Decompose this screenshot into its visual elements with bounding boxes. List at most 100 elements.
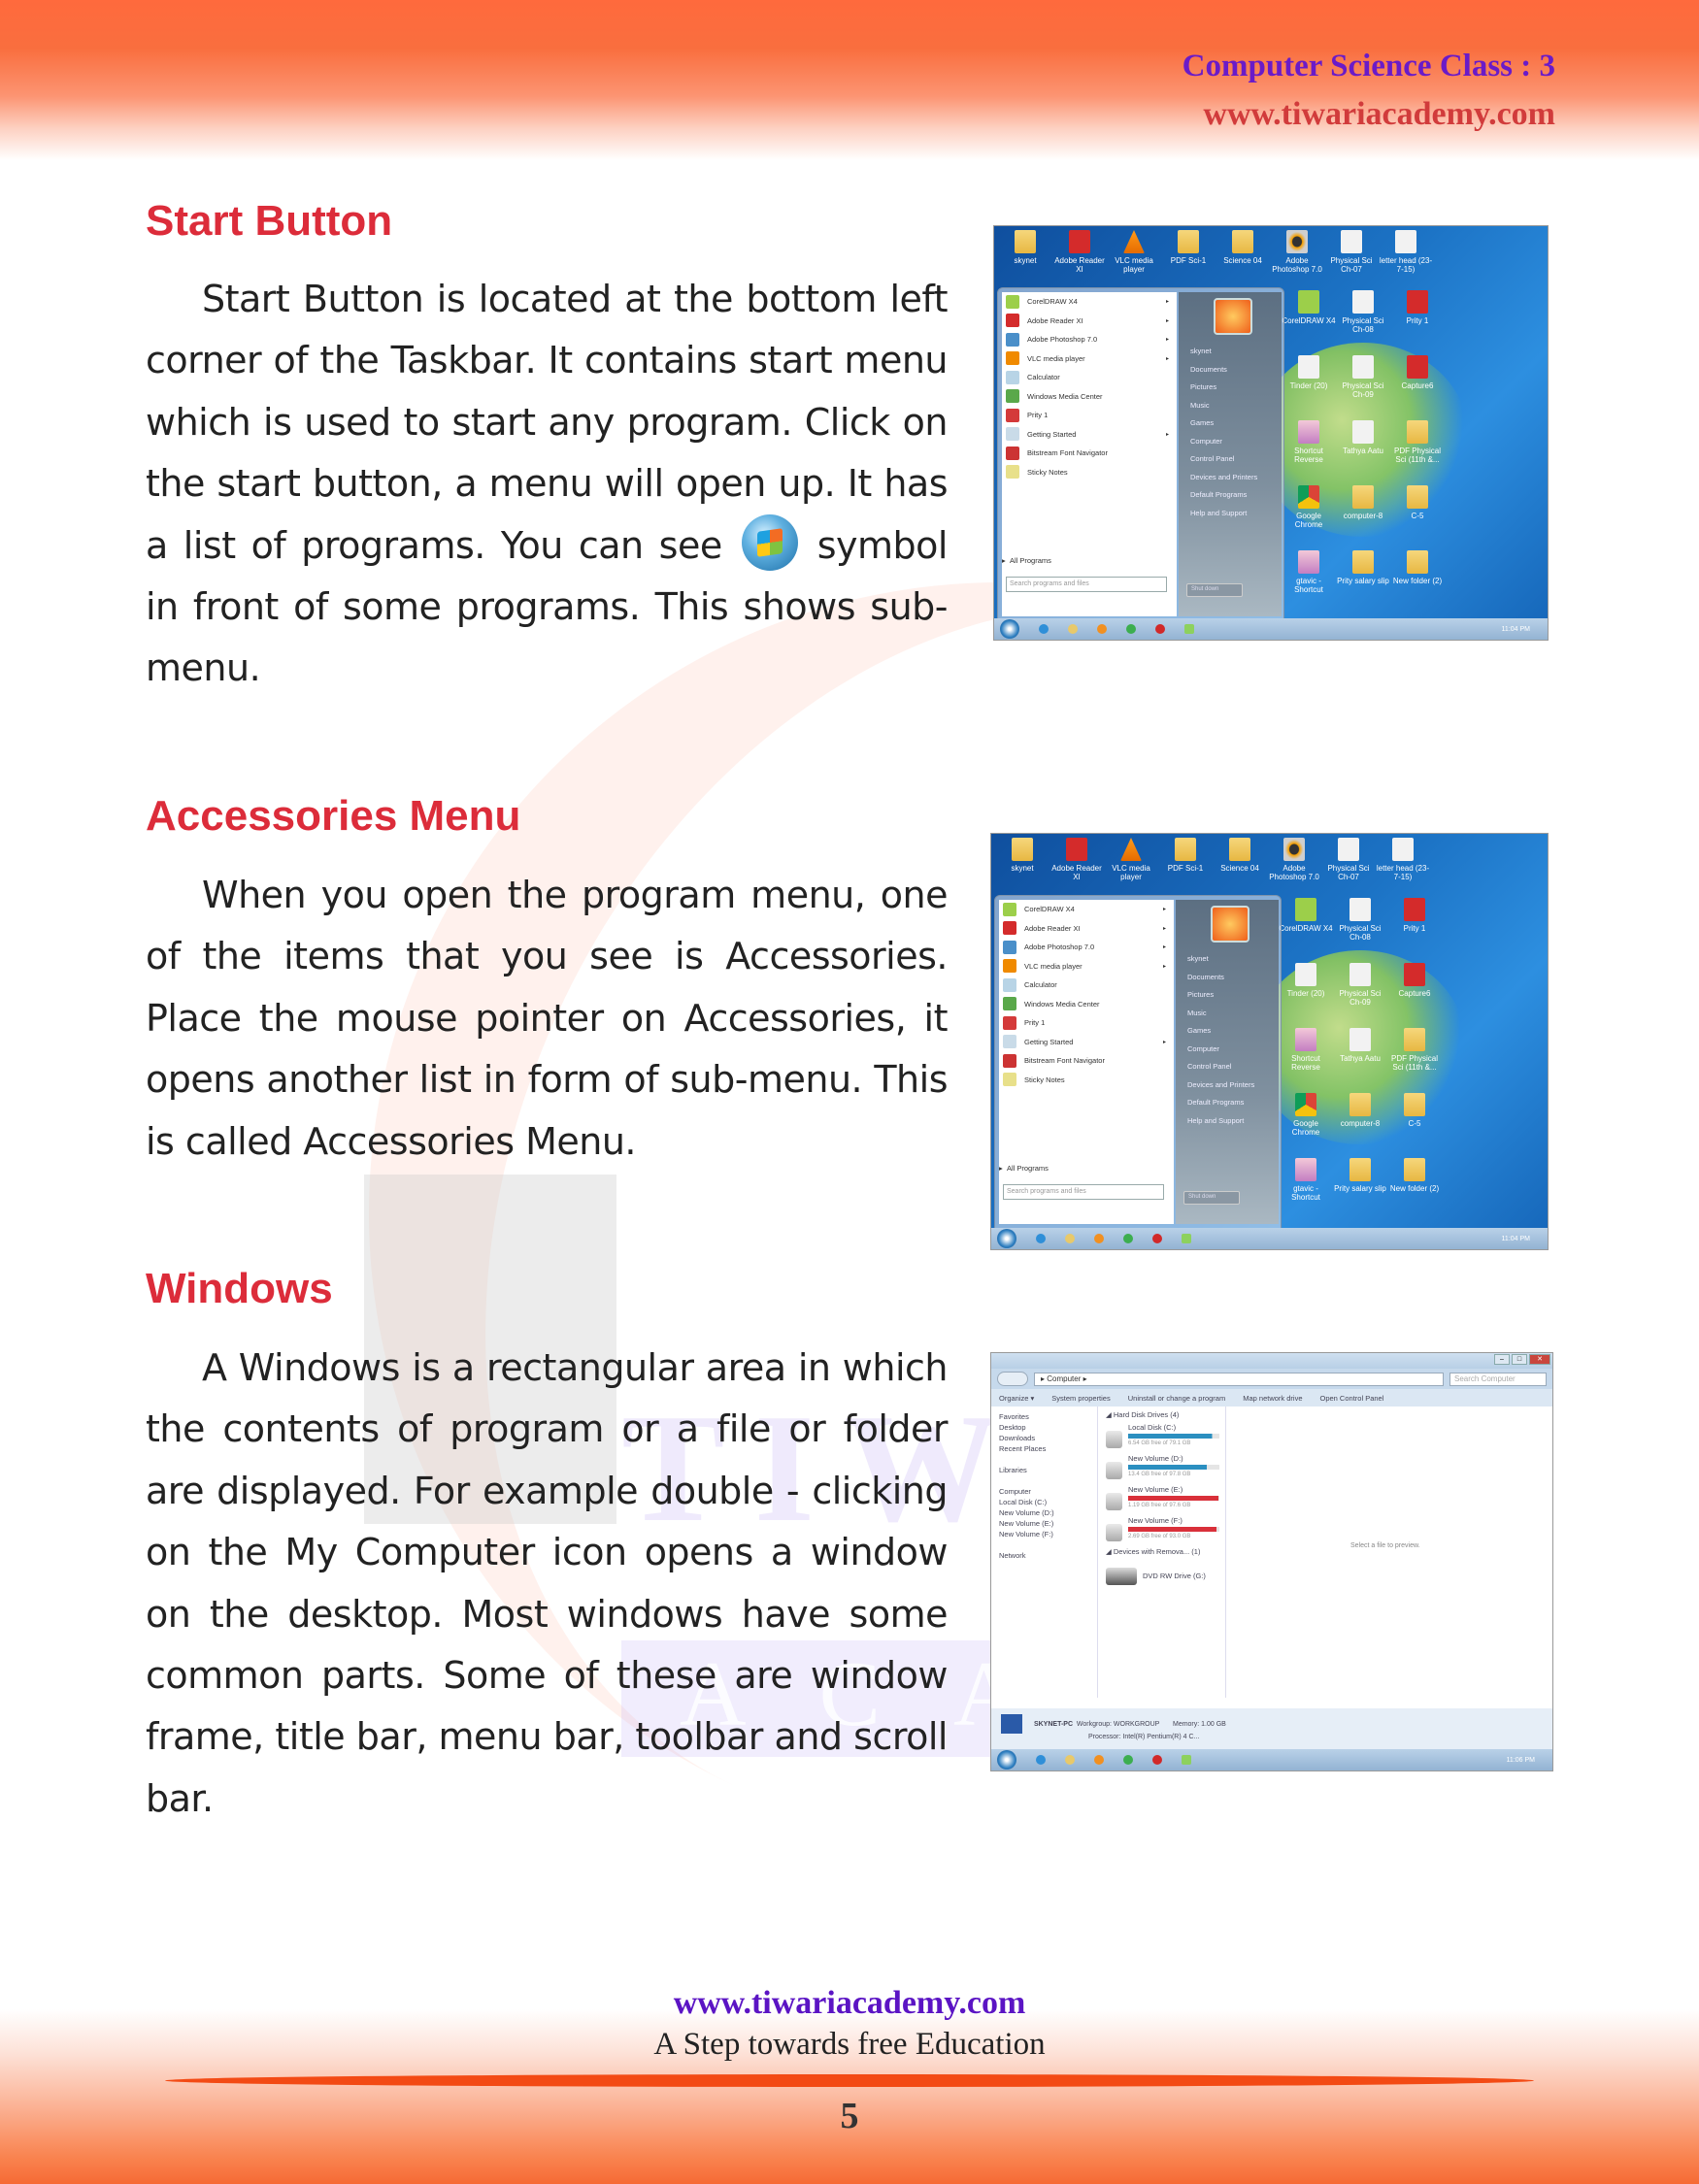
- opera-icon[interactable]: [1152, 1755, 1162, 1765]
- nav-item[interactable]: New Volume (F:): [999, 1530, 1089, 1540]
- desktop-icon[interactable]: Shortcut Reverse: [1282, 420, 1336, 464]
- desktop-icon[interactable]: Tinder (20): [1282, 355, 1336, 399]
- start-menu-place[interactable]: Documents: [1187, 973, 1224, 981]
- desktop-icon[interactable]: VLC media player: [1104, 838, 1158, 881]
- desktop-icon[interactable]: New folder (2): [1390, 550, 1445, 594]
- opera-icon[interactable]: [1155, 624, 1165, 634]
- chrome-icon[interactable]: [1126, 624, 1136, 634]
- start-menu-place[interactable]: Games: [1187, 1026, 1211, 1035]
- desktop-icon[interactable]: gtavic - Shortcut: [1279, 1158, 1333, 1202]
- start-menu-place[interactable]: Computer: [1190, 437, 1222, 446]
- desktop-icon[interactable]: Capture6: [1387, 963, 1442, 1007]
- nav-item[interactable]: Computer: [999, 1487, 1089, 1498]
- start-menu-place[interactable]: skynet: [1190, 347, 1212, 355]
- start-menu-place[interactable]: Pictures: [1187, 990, 1214, 999]
- desktop-icon[interactable]: PDF Physical Sci (11th &...: [1387, 1028, 1442, 1072]
- search-input[interactable]: Search Computer: [1449, 1372, 1547, 1386]
- start-menu-program[interactable]: Adobe Reader XI ▸: [1002, 312, 1177, 331]
- command-button[interactable]: Organize ▾: [999, 1394, 1034, 1403]
- app-icon[interactable]: [1184, 624, 1194, 634]
- start-menu-place[interactable]: skynet: [1187, 954, 1209, 963]
- start-menu-program[interactable]: Calculator: [999, 976, 1174, 995]
- desktop-icon[interactable]: Adobe Reader XI: [1049, 838, 1104, 881]
- ie-icon[interactable]: [1036, 1755, 1046, 1765]
- desktop-icon[interactable]: Tathya Aatu: [1333, 1028, 1387, 1072]
- explorer-icon[interactable]: [1068, 624, 1078, 634]
- start-menu-program[interactable]: Bitstream Font Navigator: [999, 1051, 1174, 1071]
- desktop-icon[interactable]: PDF Sci-1: [1158, 838, 1213, 881]
- desktop-icon[interactable]: Adobe Photoshop 7.0: [1267, 838, 1321, 881]
- start-search-input[interactable]: Search programs and files: [1003, 1184, 1164, 1200]
- start-menu-program[interactable]: CorelDRAW X4 ▸: [1002, 292, 1177, 312]
- nav-item[interactable]: New Volume (D:): [999, 1508, 1089, 1519]
- start-menu-program[interactable]: Calculator: [1002, 368, 1177, 387]
- start-menu-program[interactable]: Adobe Photoshop 7.0 ▸: [1002, 330, 1177, 349]
- shutdown-button[interactable]: Shut down: [1186, 583, 1243, 597]
- start-menu-program[interactable]: Bitstream Font Navigator: [1002, 444, 1177, 463]
- desktop-icon[interactable]: computer-8: [1333, 1093, 1387, 1137]
- desktop-icon[interactable]: VLC media player: [1107, 230, 1161, 274]
- start-button[interactable]: [997, 1750, 1016, 1770]
- start-menu-place[interactable]: Devices and Printers: [1190, 473, 1257, 481]
- start-menu-program[interactable]: Getting Started ▸: [999, 1033, 1174, 1052]
- footer-website-link[interactable]: www.tiwariacademy.com: [0, 1985, 1699, 2022]
- header-website-link[interactable]: www.tiwariacademy.com: [1183, 96, 1555, 133]
- start-menu-program[interactable]: VLC media player ▸: [999, 957, 1174, 976]
- desktop-icon[interactable]: New folder (2): [1387, 1158, 1442, 1202]
- desktop-icon[interactable]: Physical Sci Ch-08: [1333, 898, 1387, 942]
- back-forward-buttons[interactable]: [997, 1372, 1028, 1386]
- desktop-icon[interactable]: Capture6: [1390, 355, 1445, 399]
- chrome-icon[interactable]: [1123, 1234, 1133, 1243]
- nav-item[interactable]: New Volume (E:): [999, 1519, 1089, 1530]
- desktop-icon[interactable]: PDF Physical Sci (11th &...: [1390, 420, 1445, 464]
- start-search-input[interactable]: Search programs and files: [1006, 577, 1167, 592]
- desktop-icon[interactable]: Google Chrome: [1279, 1093, 1333, 1137]
- drive-item[interactable]: New Volume (D:) 13.4 GB free of 97.8 GB: [1106, 1454, 1219, 1479]
- nav-item[interactable]: Downloads: [999, 1434, 1089, 1444]
- desktop-icon[interactable]: letter head (23-7-15): [1376, 838, 1430, 881]
- desktop-icon[interactable]: computer-8: [1336, 485, 1390, 529]
- desktop-icon[interactable]: Tathya Aatu: [1336, 420, 1390, 464]
- start-menu-place[interactable]: Music: [1190, 401, 1210, 410]
- start-menu-program[interactable]: Windows Media Center: [1002, 387, 1177, 407]
- desktop-icon[interactable]: Physical Sci Ch-09: [1336, 355, 1390, 399]
- start-menu-place[interactable]: Music: [1187, 1009, 1207, 1017]
- start-menu-place[interactable]: Computer: [1187, 1044, 1219, 1053]
- desktop-icon[interactable]: skynet: [998, 230, 1052, 274]
- shutdown-button[interactable]: Shut down: [1183, 1191, 1240, 1205]
- desktop-icon[interactable]: skynet: [995, 838, 1049, 881]
- start-menu-program[interactable]: Sticky Notes: [1002, 463, 1177, 482]
- desktop-icon[interactable]: Science 04: [1213, 838, 1267, 881]
- desktop-icon[interactable]: Adobe Reader XI: [1052, 230, 1107, 274]
- start-menu-place[interactable]: Default Programs: [1187, 1098, 1244, 1107]
- all-programs-item[interactable]: ▸ All Programs: [1002, 556, 1051, 565]
- breadcrumb[interactable]: ▸ Computer ▸: [1034, 1372, 1444, 1386]
- drive-item[interactable]: New Volume (F:) 2.69 GB free of 93.0 GB: [1106, 1516, 1219, 1541]
- start-menu-place[interactable]: Control Panel: [1187, 1062, 1231, 1071]
- media-icon[interactable]: [1094, 1755, 1104, 1765]
- maximize-button[interactable]: □: [1512, 1354, 1527, 1365]
- desktop-icon[interactable]: Shortcut Reverse: [1279, 1028, 1333, 1072]
- desktop-icon[interactable]: Physical Sci Ch-08: [1336, 290, 1390, 334]
- minimize-button[interactable]: –: [1494, 1354, 1510, 1365]
- start-menu-program[interactable]: Getting Started ▸: [1002, 425, 1177, 445]
- desktop-icon[interactable]: Physical Sci Ch-07: [1324, 230, 1379, 274]
- start-menu-program[interactable]: Sticky Notes: [999, 1071, 1174, 1090]
- drive-item[interactable]: Local Disk (C:) 6.54 GB free of 79.1 GB: [1106, 1423, 1219, 1448]
- command-button[interactable]: Map network drive: [1243, 1394, 1302, 1403]
- start-menu-place[interactable]: Help and Support: [1187, 1116, 1244, 1125]
- start-menu-program[interactable]: VLC media player ▸: [1002, 349, 1177, 369]
- dvd-drive[interactable]: DVD RW Drive (G:): [1106, 1560, 1219, 1585]
- drive-item[interactable]: New Volume (E:) 1.19 GB free of 97.6 GB: [1106, 1485, 1219, 1510]
- desktop-icon[interactable]: Prity 1: [1390, 290, 1445, 334]
- desktop-icon[interactable]: gtavic - Shortcut: [1282, 550, 1336, 594]
- nav-item[interactable]: Favorites: [999, 1412, 1089, 1423]
- media-icon[interactable]: [1097, 624, 1107, 634]
- command-button[interactable]: System properties: [1051, 1394, 1110, 1403]
- desktop-icon[interactable]: Prity salary slip: [1336, 550, 1390, 594]
- command-button[interactable]: Uninstall or change a program: [1128, 1394, 1225, 1403]
- desktop-icon[interactable]: letter head (23-7-15): [1379, 230, 1433, 274]
- ie-icon[interactable]: [1036, 1234, 1046, 1243]
- start-menu-place[interactable]: Games: [1190, 418, 1214, 427]
- explorer-icon[interactable]: [1065, 1234, 1075, 1243]
